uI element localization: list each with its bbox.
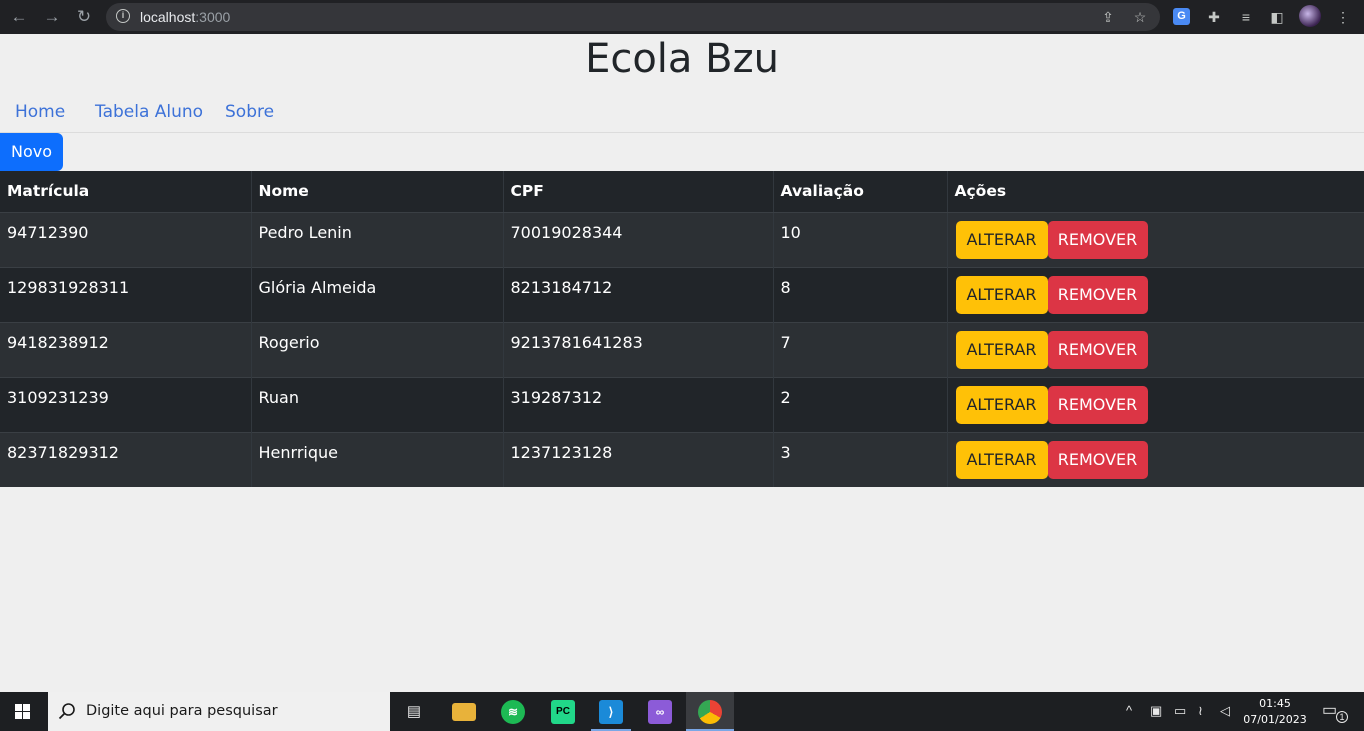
cell-matricula: 82371829312 — [0, 431, 251, 487]
nav-sobre-link[interactable]: Sobre — [225, 102, 274, 122]
browser-toolbar: ← → ↻ i localhost:3000 ⇪ ☆ G ✚ ≡ ◧ ⋮ — [0, 0, 1364, 34]
chrome-icon[interactable] — [698, 700, 722, 724]
table-row: 3109231239 Ruan 319287312 2 ALTERAR REMOV… — [0, 376, 1364, 432]
table-row: 94712390 Pedro Lenin 70019028344 10 ALTE… — [0, 211, 1364, 267]
remove-button[interactable]: REMOVER — [1047, 440, 1148, 479]
back-icon[interactable]: ← — [7, 5, 31, 29]
address-bar[interactable]: i localhost:3000 ⇪ ☆ — [106, 3, 1160, 31]
kebab-menu-icon[interactable]: ⋮ — [1333, 7, 1353, 27]
table-row: 9418238912 Rogerio 9213781641283 7 ALTER… — [0, 321, 1364, 377]
cell-nome: Pedro Lenin — [250, 211, 503, 267]
file-explorer-icon[interactable] — [452, 703, 476, 721]
cell-avaliacao: 8 — [772, 266, 947, 322]
table-header-row: Matrícula Nome CPF Avaliação Ações — [0, 171, 1364, 213]
table-row: 82371829312 Henrrique 1237123128 3 ALTER… — [0, 431, 1364, 487]
cell-nome: Glória Almeida — [250, 266, 503, 322]
table-row: 129831928311 Glória Almeida 8213184712 8… — [0, 266, 1364, 322]
taskbar-search[interactable]: Digite aqui para pesquisar — [48, 692, 390, 731]
cell-matricula: 3109231239 — [0, 376, 251, 432]
cell-avaliacao: 3 — [772, 431, 947, 487]
sidepanel-icon[interactable]: ◧ — [1267, 7, 1287, 27]
taskbar-clock[interactable]: 01:45 07/01/2023 — [1240, 696, 1310, 728]
header-cpf: CPF — [502, 171, 773, 213]
cell-matricula: 9418238912 — [0, 321, 251, 377]
cell-avaliacao: 10 — [772, 211, 947, 267]
alter-button[interactable]: ALTERAR — [955, 330, 1048, 369]
cell-actions: ALTERAR REMOVER — [946, 376, 1364, 432]
page-title: Ecola Bzu — [585, 36, 779, 82]
battery-icon[interactable]: ▭ — [1174, 702, 1186, 720]
remove-button[interactable]: REMOVER — [1047, 275, 1148, 314]
cell-nome: Henrrique — [250, 431, 503, 487]
volume-icon[interactable]: ◁ — [1220, 702, 1230, 720]
share-icon[interactable]: ⇪ — [1098, 8, 1118, 26]
url-port: :3000 — [195, 9, 231, 25]
vscode-icon[interactable]: ⟩ — [599, 700, 623, 724]
windows-start-icon[interactable] — [15, 704, 31, 720]
wifi-icon[interactable]: ≀ — [1198, 702, 1203, 720]
alter-button[interactable]: ALTERAR — [955, 220, 1048, 259]
header-matricula: Matrícula — [0, 171, 251, 213]
students-table: Matrícula Nome CPF Avaliação Ações 94712… — [0, 171, 1364, 487]
remove-button[interactable]: REMOVER — [1047, 330, 1148, 369]
spotify-icon[interactable]: ≋ — [501, 700, 525, 724]
header-avaliacao: Avaliação — [772, 171, 947, 213]
taskbar: Digite aqui para pesquisar ▤ ≋ PC ⟩ ∞ ^ … — [0, 692, 1364, 731]
cell-actions: ALTERAR REMOVER — [946, 321, 1364, 377]
header-nome: Nome — [250, 171, 503, 213]
cell-cpf: 319287312 — [502, 376, 773, 432]
reload-icon[interactable]: ↻ — [72, 5, 96, 29]
search-icon — [58, 703, 75, 720]
remove-button[interactable]: REMOVER — [1047, 385, 1148, 424]
meet-now-icon[interactable]: ▣ — [1150, 702, 1162, 720]
cell-matricula: 129831928311 — [0, 266, 251, 322]
alter-button[interactable]: ALTERAR — [955, 385, 1048, 424]
pycharm-icon[interactable]: PC — [551, 700, 575, 724]
nav-home-link[interactable]: Home — [15, 102, 65, 122]
cell-cpf: 8213184712 — [502, 266, 773, 322]
cell-cpf: 9213781641283 — [502, 321, 773, 377]
info-icon[interactable]: i — [116, 9, 130, 23]
alter-button[interactable]: ALTERAR — [955, 275, 1048, 314]
media-icon[interactable]: ≡ — [1236, 7, 1256, 27]
tray-overflow-icon[interactable]: ^ — [1126, 702, 1132, 720]
cell-avaliacao: 2 — [772, 376, 947, 432]
notification-icon[interactable]: ▭ — [1322, 702, 1337, 720]
cell-actions: ALTERAR REMOVER — [946, 266, 1364, 322]
header-acoes: Ações — [946, 171, 1364, 213]
cell-nome: Rogerio — [250, 321, 503, 377]
cell-avaliacao: 7 — [772, 321, 947, 377]
translate-icon[interactable]: G — [1173, 8, 1190, 25]
puzzle-icon[interactable]: ✚ — [1204, 7, 1224, 27]
forward-icon[interactable]: → — [40, 5, 64, 29]
notification-count: 1 — [1336, 711, 1348, 723]
cell-actions: ALTERAR REMOVER — [946, 431, 1364, 487]
visual-studio-icon[interactable]: ∞ — [648, 700, 672, 724]
url-host: localhost — [140, 9, 196, 25]
cell-actions: ALTERAR REMOVER — [946, 211, 1364, 267]
nav-tabela-aluno-link[interactable]: Tabela Aluno — [95, 102, 203, 122]
alter-button[interactable]: ALTERAR — [955, 440, 1048, 479]
clock-time: 01:45 — [1259, 697, 1291, 710]
cell-matricula: 94712390 — [0, 211, 251, 267]
url-text[interactable]: localhost:3000 — [140, 9, 230, 25]
cell-cpf: 70019028344 — [502, 211, 773, 267]
cell-cpf: 1237123128 — [502, 431, 773, 487]
task-view-icon[interactable]: ▤ — [402, 700, 426, 724]
star-icon[interactable]: ☆ — [1130, 8, 1150, 26]
navbar: Home Tabela Aluno Sobre — [0, 96, 1364, 133]
avatar[interactable] — [1299, 5, 1321, 27]
new-button[interactable]: Novo — [0, 133, 63, 171]
remove-button[interactable]: REMOVER — [1047, 220, 1148, 259]
cell-nome: Ruan — [250, 376, 503, 432]
search-placeholder: Digite aqui para pesquisar — [86, 703, 278, 719]
clock-date: 07/01/2023 — [1243, 713, 1307, 726]
